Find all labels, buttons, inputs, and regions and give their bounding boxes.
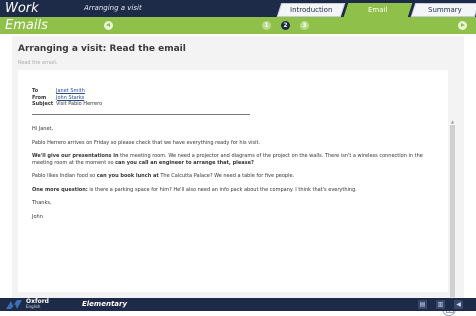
scrollbar[interactable] [450, 125, 455, 302]
book-icon[interactable]: ▥ [436, 300, 445, 309]
paragraph-3: Pablo likes Indian food so can you book … [32, 173, 295, 179]
top-bar: Work Arranging a visit Introduction Emai… [0, 0, 476, 17]
app-title: Work [5, 1, 39, 16]
divider [32, 114, 250, 115]
page-dot-3[interactable]: 3 [300, 21, 309, 30]
sound-icon[interactable]: ◀ [454, 300, 463, 309]
email-viewer: To Janet Smith From John Starks Subject Vis… [18, 70, 456, 316]
tab-email[interactable]: Email [343, 3, 413, 17]
signoff: John [32, 213, 43, 220]
logo-icon [6, 300, 22, 309]
page-dot-2[interactable]: 2 [281, 21, 290, 30]
paragraph-2: We'll give our presentations in the meet… [32, 153, 423, 166]
main-panel: Arranging a visit: Read the email Read t… [12, 36, 464, 316]
greeting: Hi Janet, [32, 126, 54, 132]
tab-summary[interactable]: Summary [410, 3, 476, 17]
paragraph-4: One more question: is there a parking sp… [32, 186, 357, 193]
to-link[interactable]: Janet Smith [56, 88, 85, 94]
activity-subtitle: Arranging a visit [84, 4, 142, 12]
section-bar: Emails 1 2 3 [0, 17, 476, 34]
instruction: Read the email. [18, 60, 58, 66]
prev-arrow-icon[interactable] [104, 21, 113, 30]
subject-value: Visit Pablo Herrero [56, 101, 103, 107]
thanks: Thanks, [32, 200, 52, 206]
paragraph-1: Pablo Herrero arrives on Friday so pleas… [32, 139, 261, 146]
email-body: Hi Janet, Pablo Herrero arrives on Frida… [32, 126, 432, 227]
pager: 1 2 3 [262, 21, 319, 30]
tab-introduction[interactable]: Introduction [276, 3, 346, 17]
from-link[interactable]: John Starks [56, 95, 84, 101]
tab-bar: Introduction Email Summary [276, 3, 476, 17]
email-header: To Janet Smith From John Starks Subject Vis… [32, 88, 102, 108]
subject-label: Subject [32, 101, 54, 107]
footer-bar: Oxford English Elementary ▤ ▥ ◀ [0, 298, 476, 311]
page-dot-1[interactable]: 1 [262, 21, 271, 30]
brand-sub: English [26, 304, 41, 309]
section-title: Emails [5, 18, 48, 33]
page-title: Arranging a visit: Read the email [18, 44, 186, 54]
scroll-up-icon[interactable]: ▲ [450, 120, 455, 124]
notes-icon[interactable]: ▤ [418, 300, 427, 309]
level-label: Elementary [82, 300, 128, 308]
next-arrow-icon[interactable] [458, 21, 467, 30]
scrollbar-thumb[interactable] [450, 125, 455, 297]
